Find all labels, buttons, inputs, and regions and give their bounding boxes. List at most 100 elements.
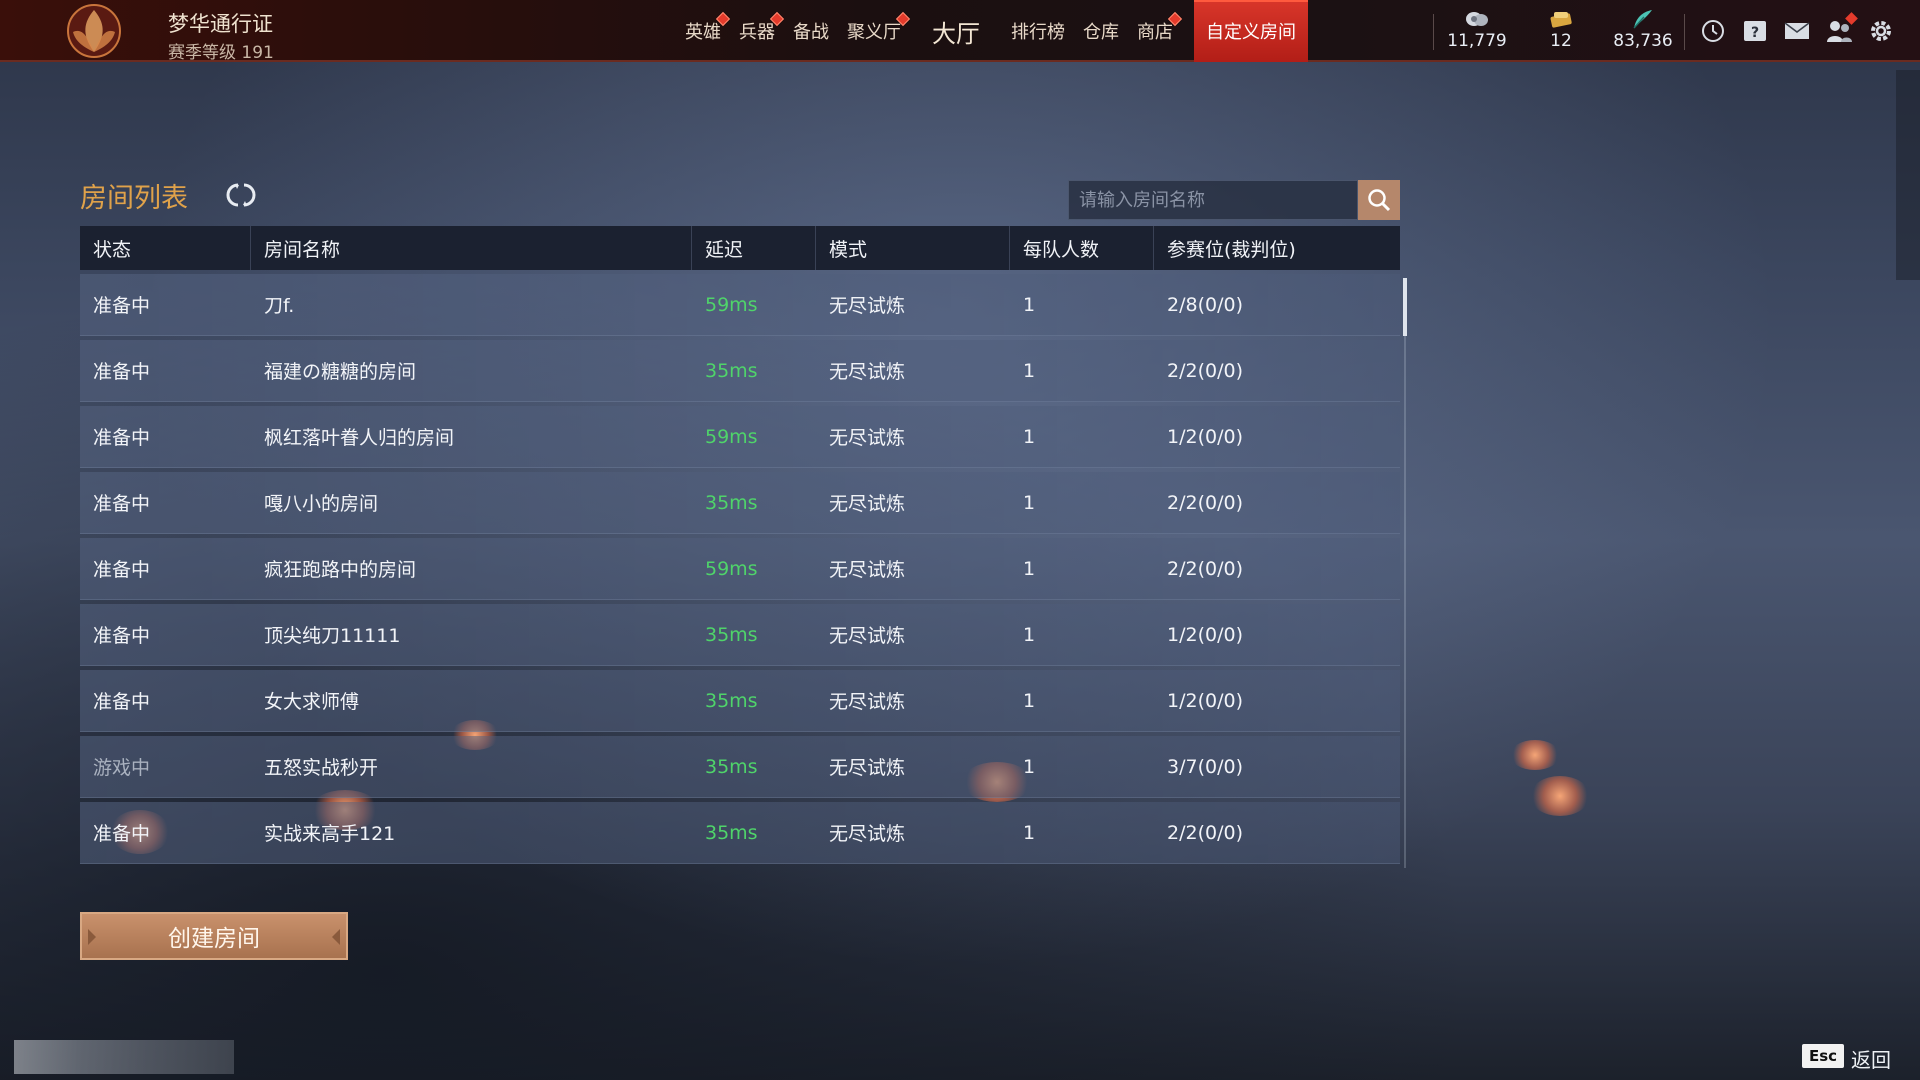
table-row[interactable]: 准备中 枫红落叶眷人归的房间 59ms 无尽试炼 1 1/2(0/0) (80, 406, 1400, 468)
mail-icon[interactable] (1782, 16, 1812, 46)
room-latency: 35ms (705, 359, 758, 382)
nav-label: 排行榜 (1011, 22, 1065, 43)
game-emblem-icon[interactable] (58, 2, 130, 60)
table-row[interactable]: 准备中 疯狂跑路中的房间 59ms 无尽试炼 1 2/2(0/0) (80, 538, 1400, 600)
nav-lobby[interactable]: 大厅 (910, 0, 1002, 62)
currency-feathers[interactable]: 83,736 (1598, 8, 1688, 51)
room-slots: 1/2(0/0) (1167, 689, 1243, 712)
room-per-team: 1 (1023, 491, 1036, 514)
room-mode: 无尽试炼 (829, 427, 906, 449)
nav-label: 备战 (793, 22, 829, 43)
main-nav: 英雄 兵器 备战 聚义厅 大厅 排行榜 仓库 商店 自定义房间 (676, 0, 1308, 62)
room-slots: 2/2(0/0) (1167, 557, 1243, 580)
column-header-status[interactable]: 状态 (80, 226, 251, 270)
scrollbar-track[interactable] (1404, 278, 1406, 868)
feather-value: 83,736 (1613, 31, 1673, 51)
room-per-team: 1 (1023, 821, 1036, 844)
search-button[interactable] (1358, 180, 1400, 220)
room-name: 疯狂跑路中的房间 (264, 559, 417, 581)
room-search-field[interactable] (1068, 180, 1358, 220)
room-mode: 无尽试炼 (829, 493, 906, 515)
room-mode: 无尽试炼 (829, 361, 906, 383)
room-name: 五怒实战秒开 (264, 757, 379, 779)
room-latency: 35ms (705, 491, 758, 514)
room-latency: 35ms (705, 689, 758, 712)
table-row[interactable]: 准备中 福建の糖糖的房间 35ms 无尽试炼 1 2/2(0/0) (80, 340, 1400, 402)
room-slots: 2/2(0/0) (1167, 821, 1243, 844)
scrollbar-thumb[interactable] (1403, 278, 1407, 336)
search-icon (1368, 189, 1391, 212)
room-slots: 2/2(0/0) (1167, 359, 1243, 382)
nav-label: 大厅 (932, 19, 980, 48)
room-per-team: 1 (1023, 623, 1036, 646)
room-status: 准备中 (93, 691, 151, 713)
table-row[interactable]: 游戏中 五怒实战秒开 35ms 无尽试炼 1 3/7(0/0) (80, 736, 1400, 798)
room-status: 准备中 (93, 625, 151, 647)
room-name: 顶尖纯刀11111 (264, 625, 401, 647)
room-per-team: 1 (1023, 293, 1036, 316)
room-slots: 3/7(0/0) (1167, 755, 1243, 778)
coin-value: 11,779 (1447, 31, 1507, 51)
table-row[interactable]: 准备中 实战来高手121 35ms 无尽试炼 1 2/2(0/0) (80, 802, 1400, 864)
create-room-button[interactable]: 创建房间 (80, 912, 348, 960)
clock-icon[interactable] (1698, 16, 1728, 46)
settings-icon[interactable] (1866, 16, 1896, 46)
room-mode: 无尽试炼 (829, 295, 906, 317)
refresh-icon[interactable] (226, 180, 256, 210)
nav-label: 自定义房间 (1206, 22, 1296, 43)
room-latency: 35ms (705, 821, 758, 844)
blurred-player-id (14, 1040, 234, 1074)
room-name: 实战来高手121 (264, 823, 396, 845)
nav-custom-room[interactable]: 自定义房间 (1194, 0, 1308, 62)
room-slots: 2/8(0/0) (1167, 293, 1243, 316)
room-latency: 59ms (705, 425, 758, 448)
help-book-icon[interactable]: ? (1740, 16, 1770, 46)
table-row[interactable]: 准备中 女大求师傅 35ms 无尽试炼 1 1/2(0/0) (80, 670, 1400, 732)
nav-label: 聚义厅 (847, 22, 901, 43)
room-search-input[interactable] (1079, 189, 1357, 211)
room-slots: 2/2(0/0) (1167, 491, 1243, 514)
room-mode: 无尽试炼 (829, 757, 906, 779)
room-name: 女大求师傅 (264, 691, 360, 713)
room-mode: 无尽试炼 (829, 823, 906, 845)
room-slots: 1/2(0/0) (1167, 425, 1243, 448)
column-header-per-team[interactable]: 每队人数 (1010, 226, 1154, 270)
table-row[interactable]: 准备中 刀f. 59ms 无尽试炼 1 2/8(0/0) (80, 274, 1400, 336)
room-mode: 无尽试炼 (829, 691, 906, 713)
create-room-label: 创建房间 (168, 926, 260, 952)
pass-title[interactable]: 梦华通行证 (168, 8, 273, 38)
table-row[interactable]: 准备中 嘎八小的房间 35ms 无尽试炼 1 2/2(0/0) (80, 472, 1400, 534)
room-status: 准备中 (93, 823, 151, 845)
right-arrow-icon (332, 929, 340, 945)
room-status: 准备中 (93, 295, 151, 317)
esc-key-hint[interactable]: Esc (1802, 1044, 1844, 1068)
room-latency: 59ms (705, 557, 758, 580)
nav-shop[interactable]: 商店 (1128, 0, 1183, 62)
nav-label: 商店 (1137, 22, 1173, 43)
nav-prepare[interactable]: 备战 (784, 0, 838, 62)
column-header-slots[interactable]: 参赛位(裁判位) (1154, 226, 1400, 270)
top-bar: 梦华通行证 赛季等级 191 英雄 兵器 备战 聚义厅 大厅 排行榜 仓库 商店… (0, 0, 1920, 63)
ticket-icon (1516, 8, 1606, 30)
nav-warehouse[interactable]: 仓库 (1074, 0, 1128, 62)
column-header-latency[interactable]: 延迟 (692, 226, 816, 270)
nav-label: 英雄 (685, 22, 721, 43)
nav-label: 仓库 (1083, 22, 1119, 43)
friends-icon[interactable] (1824, 12, 1858, 46)
lantern-decoration (1530, 776, 1590, 816)
nav-weapons[interactable]: 兵器 (730, 0, 785, 62)
nav-leaderboard[interactable]: 排行榜 (1002, 0, 1074, 62)
table-row[interactable]: 准备中 顶尖纯刀11111 35ms 无尽试炼 1 1/2(0/0) (80, 604, 1400, 666)
currency-tickets[interactable]: 12 (1516, 8, 1606, 51)
room-latency: 59ms (705, 293, 758, 316)
room-table: 状态 房间名称 延迟 模式 每队人数 参赛位(裁判位) 准备中 刀f. 59ms… (80, 226, 1400, 864)
column-header-room-name[interactable]: 房间名称 (251, 226, 692, 270)
room-status: 准备中 (93, 559, 151, 581)
back-button[interactable]: 返回 (1851, 1044, 1891, 1073)
room-per-team: 1 (1023, 359, 1036, 382)
room-mode: 无尽试炼 (829, 559, 906, 581)
column-header-mode[interactable]: 模式 (816, 226, 1010, 270)
nav-guild-hall[interactable]: 聚义厅 (838, 0, 911, 62)
currency-coins[interactable]: 11,779 (1432, 8, 1522, 51)
nav-heroes[interactable]: 英雄 (676, 0, 731, 62)
